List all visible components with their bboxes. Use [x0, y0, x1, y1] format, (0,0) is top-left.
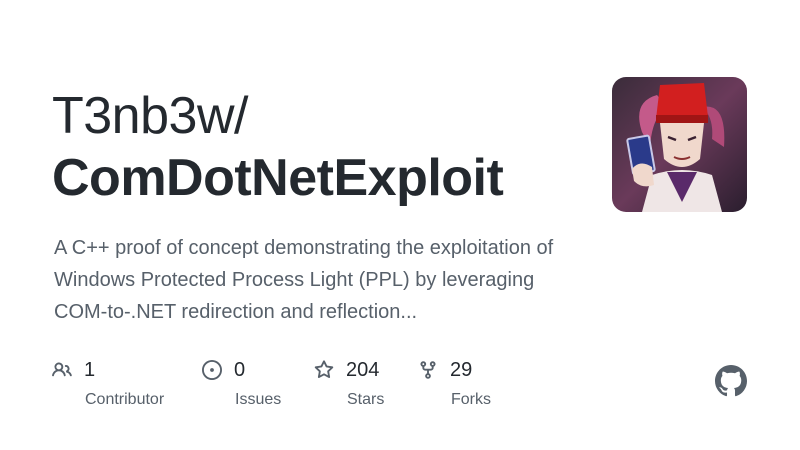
- stat-label: Issues: [235, 391, 282, 408]
- stat-contributors[interactable]: 1 Contributor: [52, 357, 164, 409]
- stat-issues[interactable]: 0 Issues: [202, 357, 281, 409]
- repo-name[interactable]: ComDotNetExploit: [52, 148, 504, 208]
- github-logo-icon[interactable]: [715, 365, 747, 397]
- repo-description: A C++ proof of concept demonstrating the…: [54, 237, 554, 323]
- people-icon: [52, 360, 72, 380]
- issue-icon: [202, 360, 222, 380]
- stat-value: 204: [346, 358, 380, 381]
- repo-owner[interactable]: T3nb3w/: [52, 86, 248, 146]
- stat-value: 0: [234, 358, 246, 381]
- stat-label: Contributor: [85, 391, 165, 408]
- stat-value: 1: [84, 358, 96, 381]
- star-icon: [314, 360, 334, 380]
- stat-label: Forks: [451, 391, 491, 408]
- stat-stars[interactable]: 204 Stars: [314, 357, 384, 409]
- stat-label: Stars: [347, 391, 385, 408]
- repo-social-card: T3nb3w/ ComDotNetExploit A C++ proof of …: [0, 0, 800, 450]
- fork-icon: [418, 360, 438, 380]
- stat-forks[interactable]: 29 Forks: [418, 357, 491, 409]
- owner-avatar[interactable]: [612, 77, 747, 212]
- avatar-image: [612, 77, 747, 212]
- stat-value: 29: [450, 358, 473, 381]
